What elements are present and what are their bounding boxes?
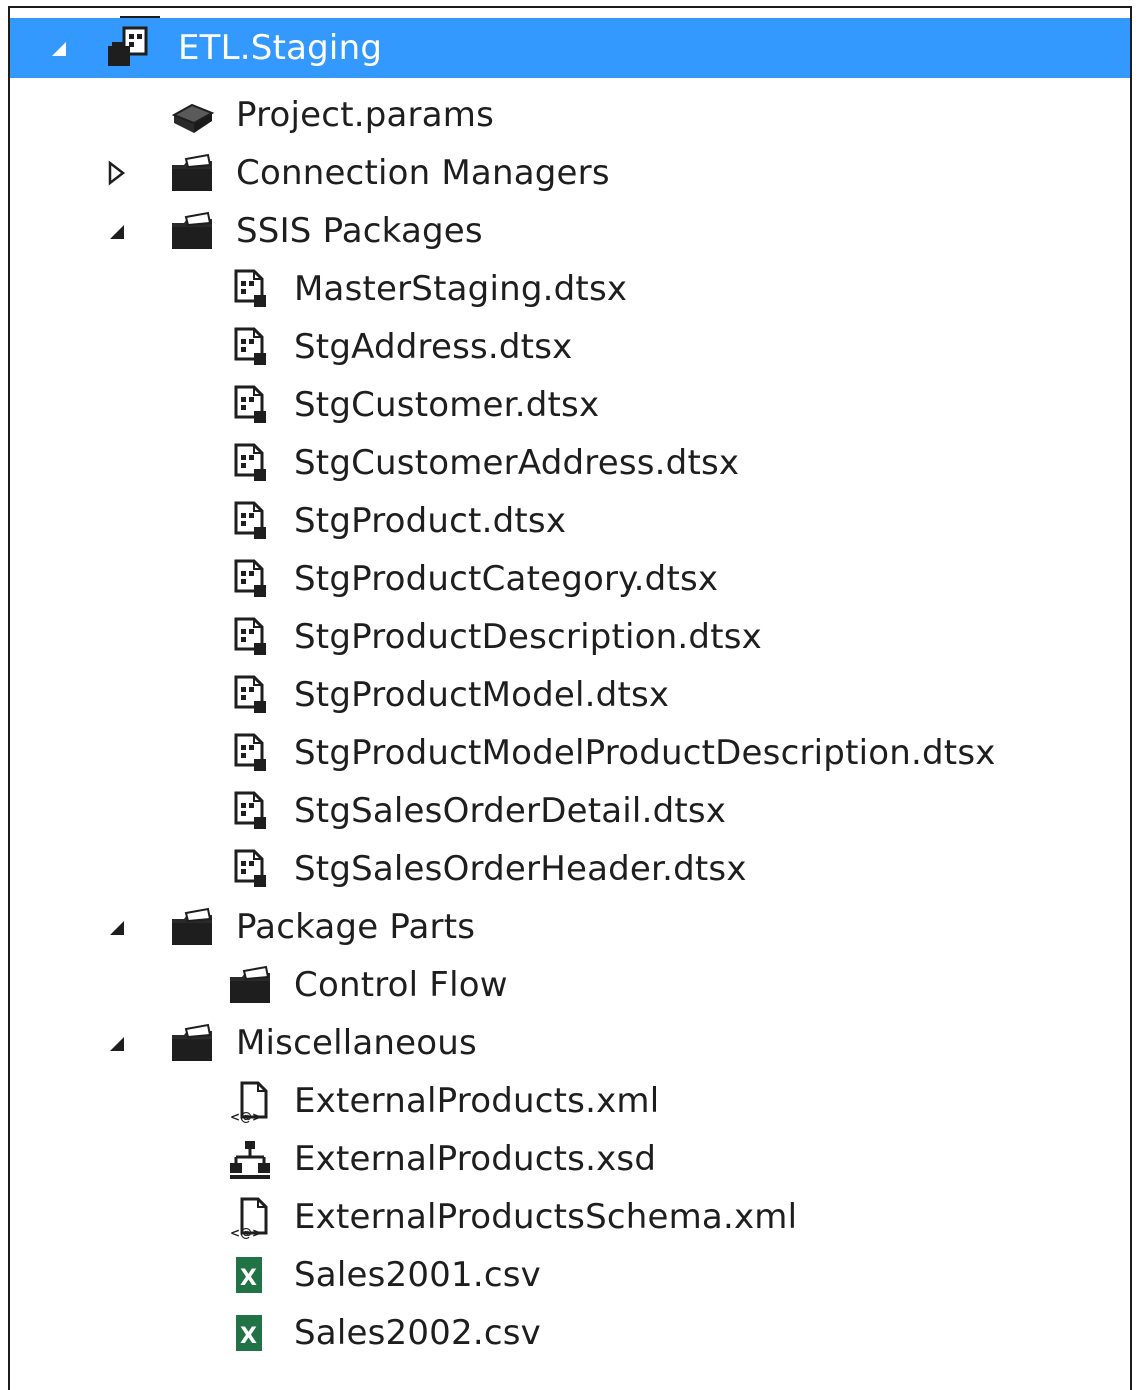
expander-expanded-icon[interactable] [104, 912, 128, 942]
tree-item-label: StgCustomer.dtsx [294, 385, 600, 425]
tree-item-externalproducts-xml[interactable]: <@> ExternalProducts.xml [10, 1072, 1130, 1130]
package-icon [226, 789, 274, 833]
tree-item-label: Project.params [236, 95, 494, 135]
expander-collapsed-icon[interactable] [104, 158, 128, 188]
tree-item-label: Connection Managers [236, 153, 610, 193]
tree-item-label: StgSalesOrderHeader.dtsx [294, 849, 747, 889]
tree-item-label: ExternalProducts.xsd [294, 1139, 657, 1179]
tree-item-ssis-packages[interactable]: SSIS Packages [10, 202, 1130, 260]
tree-item-label: StgProductModelProductDescription.dtsx [294, 733, 996, 773]
tree-item-package-parts[interactable]: Package Parts [10, 898, 1130, 956]
tree-item-label: Package Parts [236, 907, 476, 947]
tree-item-label: Sales2002.csv [294, 1313, 541, 1353]
tree-item-label: StgProductCategory.dtsx [294, 559, 719, 599]
package-icon [226, 615, 274, 659]
tree-item-label: SSIS Packages [236, 211, 483, 251]
tree-item-stgsalesorderheader-dtsx[interactable]: StgSalesOrderHeader.dtsx [10, 840, 1130, 898]
svg-text:<@>: <@> [230, 1226, 262, 1239]
tree-top-edge [120, 8, 160, 18]
tree-item-label: Sales2001.csv [294, 1255, 541, 1295]
tree-item-sales2002-csv[interactable]: X Sales2002.csv [10, 1304, 1130, 1362]
tree-item-label: ExternalProductsSchema.xml [294, 1197, 798, 1237]
tree-item-label: StgCustomerAddress.dtsx [294, 443, 740, 483]
folder-icon [168, 1021, 216, 1065]
folder-icon [226, 963, 274, 1007]
tree-item-stgsalesorderdetail-dtsx[interactable]: StgSalesOrderDetail.dtsx [10, 782, 1130, 840]
tree-item-stgproductmodel-dtsx[interactable]: StgProductModel.dtsx [10, 666, 1130, 724]
tree-item-connection-managers[interactable]: Connection Managers [10, 144, 1130, 202]
xml-file-icon: <@> [226, 1079, 274, 1123]
tree-item-label: StgProductModel.dtsx [294, 675, 670, 715]
tree-item-miscellaneous[interactable]: Miscellaneous [10, 1014, 1130, 1072]
tree-item-label: MasterStaging.dtsx [294, 269, 628, 309]
expander-expanded-icon[interactable] [46, 33, 70, 63]
package-icon [226, 267, 274, 311]
package-icon [226, 441, 274, 485]
tree-item-label: StgAddress.dtsx [294, 327, 573, 367]
ssis-project-icon [104, 26, 152, 70]
params-icon [168, 93, 216, 137]
package-icon [226, 557, 274, 601]
package-icon [226, 325, 274, 369]
tree-item-control-flow[interactable]: Control Flow [10, 956, 1130, 1014]
package-icon [226, 499, 274, 543]
excel-csv-icon: X [226, 1311, 274, 1355]
package-icon [226, 673, 274, 717]
expander-expanded-icon[interactable] [104, 1028, 128, 1058]
xsd-schema-icon [226, 1137, 274, 1181]
excel-csv-icon: X [226, 1253, 274, 1297]
package-icon [226, 847, 274, 891]
tree-item-stgproductcategory-dtsx[interactable]: StgProductCategory.dtsx [10, 550, 1130, 608]
tree-item-label: StgSalesOrderDetail.dtsx [294, 791, 727, 831]
tree-item-stgproductmodelproductdescription-dtsx[interactable]: StgProductModelProductDescription.dtsx [10, 724, 1130, 782]
svg-text:X: X [240, 1324, 257, 1349]
tree-item-label: Control Flow [294, 965, 508, 1005]
solution-explorer-tree: ETL.Staging Project.params Connection Man… [8, 6, 1132, 1390]
tree-item-stgcustomeraddress-dtsx[interactable]: StgCustomerAddress.dtsx [10, 434, 1130, 492]
folder-icon [168, 209, 216, 253]
tree-item-project-params[interactable]: Project.params [10, 86, 1130, 144]
svg-text:X: X [240, 1266, 257, 1291]
tree-item-externalproducts-xsd[interactable]: ExternalProducts.xsd [10, 1130, 1130, 1188]
folder-icon [168, 151, 216, 195]
tree-item-sales2001-csv[interactable]: X Sales2001.csv [10, 1246, 1130, 1304]
svg-text:<@>: <@> [230, 1110, 262, 1123]
folder-icon [168, 905, 216, 949]
tree-item-label: StgProductDescription.dtsx [294, 617, 762, 657]
tree-item-stgaddress-dtsx[interactable]: StgAddress.dtsx [10, 318, 1130, 376]
tree-item-label: ExternalProducts.xml [294, 1081, 660, 1121]
expander-expanded-icon[interactable] [104, 216, 128, 246]
tree-item-label: StgProduct.dtsx [294, 501, 567, 541]
tree-item-stgcustomer-dtsx[interactable]: StgCustomer.dtsx [10, 376, 1130, 434]
tree-item-stgproduct-dtsx[interactable]: StgProduct.dtsx [10, 492, 1130, 550]
tree-root-label: ETL.Staging [178, 28, 383, 68]
tree-root-etl-staging[interactable]: ETL.Staging [10, 18, 1130, 78]
xml-file-icon: <@> [226, 1195, 274, 1239]
tree-item-label: Miscellaneous [236, 1023, 477, 1063]
tree-item-masterstaging-dtsx[interactable]: MasterStaging.dtsx [10, 260, 1130, 318]
tree-item-externalproductsschema-xml[interactable]: <@> ExternalProductsSchema.xml [10, 1188, 1130, 1246]
package-icon [226, 383, 274, 427]
tree-item-stgproductdescription-dtsx[interactable]: StgProductDescription.dtsx [10, 608, 1130, 666]
package-icon [226, 731, 274, 775]
